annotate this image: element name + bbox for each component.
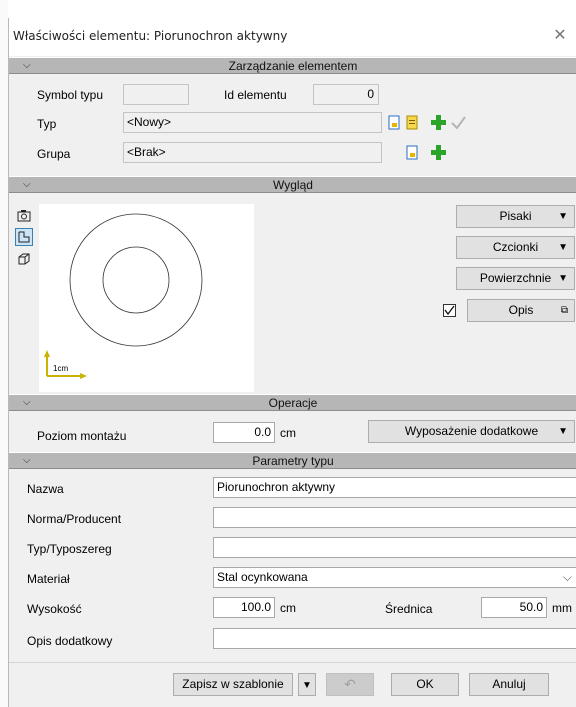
material-label: Materiał <box>27 572 70 586</box>
close-button[interactable]: ✕ <box>543 22 576 50</box>
dropdown-arrow-icon: ▼ <box>558 211 568 222</box>
series-label: Typ/Typoszereg <box>27 542 112 556</box>
type-confirm-button[interactable] <box>450 114 467 131</box>
pens-label: Pisaki <box>499 209 532 223</box>
chevron-down-icon: ⌵ <box>23 455 31 466</box>
section-header-management[interactable]: ⌵ Zarządzanie elementem <box>9 57 576 74</box>
chevron-down-icon: ⌵ <box>23 397 31 408</box>
pens-button[interactable]: Pisaki ▼ <box>456 205 575 228</box>
cube-icon <box>18 253 30 265</box>
section-title: Parametry typu <box>252 454 334 468</box>
group-add-button[interactable] <box>430 144 447 161</box>
plan-icon <box>18 231 30 243</box>
extra-equipment-button[interactable]: Wyposażenie dodatkowe ▼ <box>368 420 575 443</box>
description-label: Opis <box>508 303 534 317</box>
name-input[interactable]: Piorunochron aktywny <box>213 477 576 498</box>
type-add-button[interactable] <box>430 114 447 131</box>
symbol-field <box>123 84 189 105</box>
dropdown-arrow-icon: ▼ <box>302 680 312 691</box>
undo-icon: ↶ <box>344 676 356 692</box>
plan-view-button[interactable] <box>15 228 33 246</box>
mount-level-unit: cm <box>280 426 296 440</box>
cancel-button[interactable]: Anuluj <box>469 673 549 696</box>
footer-separator <box>9 662 576 663</box>
id-field: 0 <box>313 84 379 105</box>
window-arrow-icon: ⧉ <box>560 305 568 316</box>
plus-icon <box>431 145 446 160</box>
extra-desc-input[interactable] <box>213 628 576 649</box>
surfaces-label: Powierzchnie <box>479 271 552 285</box>
symbol-label: Symbol typu <box>37 88 104 102</box>
checkmark-icon <box>451 116 466 130</box>
name-label: Nazwa <box>27 482 64 496</box>
properties-dialog: Właściwości elementu: Piorunochron aktyw… <box>8 18 576 707</box>
cancel-label: Anuluj <box>492 677 526 691</box>
type-edit-button[interactable] <box>386 114 403 131</box>
type-note-button[interactable] <box>404 114 421 131</box>
material-select[interactable]: Stal ocynkowana ⌵ <box>213 567 576 588</box>
note-icon <box>406 115 418 130</box>
close-icon: ✕ <box>553 27 567 44</box>
height-unit: cm <box>280 601 296 615</box>
checkmark-icon <box>444 305 455 316</box>
extra-desc-label: Opis dodatkowy <box>27 634 113 648</box>
fonts-button[interactable]: Czcionki ▼ <box>456 236 575 259</box>
save-template-button[interactable]: Zapisz w szablonie <box>173 673 293 696</box>
scale-label: 1cm <box>53 364 69 373</box>
plus-icon <box>431 115 446 130</box>
chevron-down-icon: ⌵ <box>562 570 572 584</box>
background-fragment <box>0 0 8 707</box>
id-label: Id elementu <box>224 88 287 102</box>
dropdown-arrow-icon: ▼ <box>558 426 568 437</box>
camera-view-button[interactable] <box>15 206 33 224</box>
section-header-appearance[interactable]: ⌵ Wygląd <box>9 176 576 193</box>
symbol-preview: 1cm <box>39 204 254 392</box>
diameter-unit: mm <box>552 601 572 615</box>
type-label: Typ <box>37 117 57 131</box>
window-title: Właściwości elementu: Piorunochron aktyw… <box>13 29 288 43</box>
diameter-label: Średnica <box>385 602 433 616</box>
section-title: Wygląd <box>273 178 313 192</box>
material-value: Stal ocynkowana <box>217 570 308 584</box>
surfaces-button[interactable]: Powierzchnie ▼ <box>456 267 575 290</box>
dropdown-arrow-icon: ▼ <box>558 273 568 284</box>
document-edit-icon <box>388 115 400 130</box>
norm-label: Norma/Producent <box>27 512 122 526</box>
group-field[interactable]: <Brak> <box>123 142 382 163</box>
ok-button[interactable]: OK <box>391 673 459 696</box>
description-checkbox[interactable] <box>443 304 456 317</box>
section-header-type-params[interactable]: ⌵ Parametry typu <box>9 452 576 469</box>
diameter-input[interactable]: 50.0 <box>481 597 547 618</box>
chevron-down-icon: ⌵ <box>23 60 31 71</box>
fonts-label: Czcionki <box>492 240 539 254</box>
camera-icon <box>17 210 31 222</box>
outer-circle <box>69 213 203 347</box>
section-title: Zarządzanie elementem <box>228 59 358 73</box>
preview-canvas <box>44 213 203 379</box>
3d-view-button[interactable] <box>15 250 33 268</box>
undo-button[interactable]: ↶ <box>326 673 374 696</box>
save-template-label: Zapisz w szablonie <box>182 677 284 691</box>
group-label: Grupa <box>37 147 71 161</box>
extra-equipment-label: Wyposażenie dodatkowe <box>404 424 539 438</box>
title-bar: Właściwości elementu: Piorunochron aktyw… <box>9 18 576 56</box>
height-input[interactable]: 100.0 <box>213 597 275 618</box>
height-label: Wysokość <box>27 602 82 616</box>
ok-label: OK <box>416 677 434 691</box>
series-input[interactable] <box>213 537 576 558</box>
dropdown-arrow-icon: ▼ <box>558 242 568 253</box>
save-template-dropdown[interactable]: ▼ <box>298 673 316 696</box>
description-button[interactable]: Opis ⧉ <box>467 299 575 322</box>
mount-level-label: Poziom montażu <box>37 429 127 443</box>
norm-input[interactable] <box>213 507 576 528</box>
type-field[interactable]: <Nowy> <box>123 112 382 133</box>
section-header-operations[interactable]: ⌵ Operacje <box>9 394 576 411</box>
mount-level-input[interactable]: 0.0 <box>213 422 275 443</box>
inner-circle <box>102 246 170 314</box>
group-edit-button[interactable] <box>404 144 421 161</box>
document-edit-icon <box>406 145 418 160</box>
section-title: Operacje <box>268 396 318 410</box>
chevron-down-icon: ⌵ <box>23 179 31 190</box>
